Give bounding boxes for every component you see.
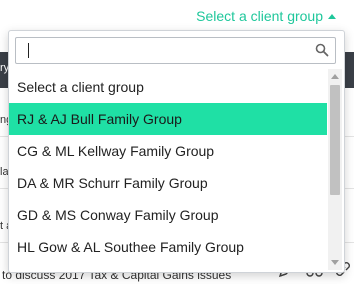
- list-item-rj-aj-bull[interactable]: RJ & AJ Bull Family Group: [9, 103, 327, 135]
- client-group-dropdown: Select a client group RJ & AJ Bull Famil…: [8, 30, 345, 273]
- search-box[interactable]: [15, 37, 336, 64]
- scrollbar[interactable]: [328, 69, 342, 270]
- client-group-list: Select a client group RJ & AJ Bull Famil…: [9, 71, 327, 263]
- client-group-selector[interactable]: Select a client group: [196, 8, 336, 24]
- text-cursor: [28, 43, 29, 58]
- client-group-selector-label: Select a client group: [196, 8, 323, 24]
- search-input[interactable]: [16, 38, 312, 63]
- search-icon: [315, 43, 329, 57]
- list-item-gd-ms-conway[interactable]: GD & MS Conway Family Group: [9, 199, 327, 231]
- list-item-cg-ml-kellway[interactable]: CG & ML Kellway Family Group: [9, 135, 327, 167]
- scroll-down-icon[interactable]: [331, 260, 339, 265]
- list-item-hl-gow-al-southee[interactable]: HL Gow & AL Southee Family Group: [9, 231, 327, 263]
- scroll-thumb[interactable]: [330, 85, 340, 195]
- list-item-da-mr-schurr[interactable]: DA & MR Schurr Family Group: [9, 167, 327, 199]
- scroll-up-icon[interactable]: [331, 74, 339, 79]
- list-item-placeholder[interactable]: Select a client group: [9, 71, 327, 103]
- caret-up-icon: [328, 14, 336, 19]
